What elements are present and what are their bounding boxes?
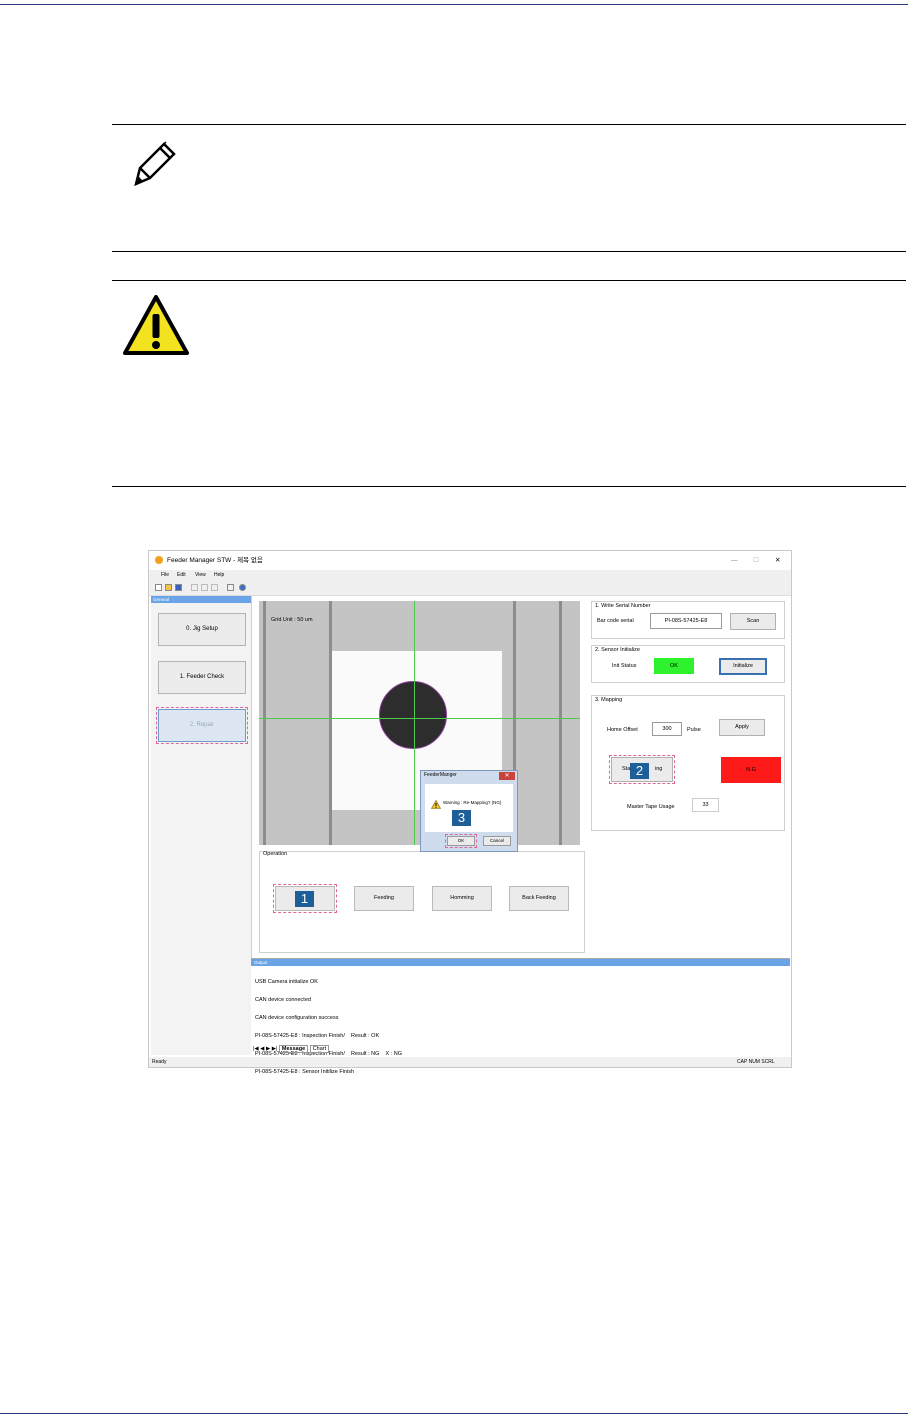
init-status-indicator: OK	[654, 658, 694, 674]
maximize-icon[interactable]: ☐	[753, 551, 759, 570]
open-folder-icon[interactable]	[165, 584, 172, 591]
help-icon[interactable]	[239, 584, 246, 591]
output-log: USB Camera initialize OK CAN device conn…	[255, 967, 402, 1087]
barcode-serial-label: Bar code serial	[597, 618, 634, 624]
camera-stripe	[263, 601, 266, 845]
cut-icon[interactable]	[191, 584, 198, 591]
status-left: Ready	[152, 1059, 167, 1065]
camera-target-circle	[379, 681, 447, 749]
back-feeding-button[interactable]: Back Feeding	[509, 886, 569, 911]
output-line: PI-08S-57425-E8 : Inspection Finish/ Res…	[255, 1033, 380, 1039]
dialog-cancel-button[interactable]: Cancel	[483, 836, 511, 846]
output-line: PI-08S-57425-E8 : Sensor Initilize Finis…	[255, 1069, 355, 1075]
dialog-close-icon[interactable]: ✕	[499, 772, 515, 780]
barcode-serial-field[interactable]: PI-08S-57425-E8	[650, 613, 722, 629]
output-line: CAN device configuration success	[255, 1015, 339, 1021]
window-title: Feeder Manager STW - 제목 없음	[167, 557, 263, 564]
pencil-icon	[130, 138, 180, 188]
warning-bottom-rule	[112, 486, 906, 487]
mapping-result-indicator: N.G	[721, 757, 781, 783]
mapping-title: 3. Mapping	[595, 697, 623, 703]
jig-setup-button[interactable]: 0. Jig Setup	[158, 613, 246, 646]
mapping-group: 3. Mapping Home Offset 300 Pulse Apply S…	[591, 695, 785, 831]
status-bar: Ready CAP NUM SCRL	[149, 1057, 791, 1067]
note-bottom-rule	[112, 251, 906, 252]
start-mapping-label-end: ing	[655, 766, 663, 772]
print-icon[interactable]	[227, 584, 234, 591]
feeder-check-button[interactable]: 1. Feeder Check	[158, 661, 246, 694]
scan-button[interactable]: Scan	[730, 613, 776, 630]
copy-icon[interactable]	[201, 584, 208, 591]
minimize-icon[interactable]: —	[731, 551, 738, 570]
output-line: USB Camera initialize OK	[255, 979, 318, 985]
callout-marker-2: 2	[630, 763, 649, 779]
master-tape-usage-field: 33	[692, 798, 719, 812]
write-serial-title: 1. Write Serial Number	[595, 603, 651, 609]
crosshair-vertical	[414, 601, 415, 845]
menu-view[interactable]: View	[195, 570, 206, 581]
feeder-manager-screenshot: Feeder Manager STW - 제목 없음 — ☐ ✕ File Ed…	[148, 550, 792, 1075]
callout-marker-1: 1	[295, 891, 314, 907]
output-tabs: |◀ ◀ ▶ ▶| Message Chart	[253, 1045, 330, 1053]
dialog-ok-button[interactable]: OK	[445, 834, 477, 848]
note-top-rule	[112, 124, 906, 125]
menu-file[interactable]: File	[161, 570, 169, 581]
home-offset-field[interactable]: 300	[652, 722, 682, 736]
output-header: Output	[251, 959, 790, 966]
tab-message[interactable]: Message	[278, 1045, 309, 1053]
feeding-button[interactable]: Feeding	[354, 886, 414, 911]
dialog-warning-icon	[430, 796, 442, 814]
app-logo-icon	[155, 556, 163, 564]
dialog-message: Warning : Re-Mapping? (NG)	[443, 800, 502, 805]
sensor-initialize-group: 2. Sensor Initialize Init Status OK Init…	[591, 645, 785, 683]
crosshair-horizontal	[259, 718, 580, 719]
pulse-label: Pulse	[687, 727, 701, 733]
menu-help[interactable]: Help	[214, 570, 224, 581]
callout-marker-3: 3	[452, 810, 471, 826]
master-tape-usage-label: Master Tape Usage	[627, 804, 675, 810]
close-icon[interactable]: ✕	[775, 551, 780, 570]
output-line: CAN device connected	[255, 997, 311, 1003]
repair-button[interactable]: 2. Repair	[156, 707, 248, 744]
operation-title: Operation	[263, 851, 288, 857]
window-titlebar: Feeder Manager STW - 제목 없음 — ☐ ✕	[149, 551, 791, 570]
dialog-title: FeederManger	[424, 772, 457, 778]
left-panel-header: General	[151, 596, 251, 603]
new-file-icon[interactable]	[155, 584, 162, 591]
home-offset-label: Home Offset	[607, 727, 638, 733]
sensor-initialize-title: 2. Sensor Initialize	[595, 647, 640, 653]
warning-top-rule	[112, 280, 906, 281]
tab-nav-icons[interactable]: |◀ ◀ ▶ ▶|	[253, 1046, 279, 1052]
init-status-label: Init Status	[612, 663, 637, 669]
grid-unit-label: Grid Unit : 50 um	[271, 617, 313, 623]
save-icon[interactable]	[175, 584, 182, 591]
homming-button[interactable]: Homming	[432, 886, 492, 911]
warning-icon	[122, 294, 190, 356]
camera-stripe	[559, 601, 562, 845]
tab-chart[interactable]: Chart	[309, 1045, 330, 1053]
paste-icon[interactable]	[211, 584, 218, 591]
initialize-button[interactable]: Initialize	[719, 658, 767, 675]
apply-button[interactable]: Apply	[719, 719, 765, 736]
write-serial-group: 1. Write Serial Number Bar code serial P…	[591, 601, 785, 639]
toolbar	[149, 581, 791, 596]
left-panel: General 0. Jig Setup 1. Feeder Check 2. …	[151, 596, 252, 1055]
page-top-rule	[0, 4, 908, 5]
status-right: CAP NUM SCRL	[737, 1059, 775, 1065]
menu-edit[interactable]: Edit	[177, 570, 186, 581]
output-panel: Output USB Camera initialize OK CAN devi…	[251, 958, 790, 1075]
menu-bar: File Edit View Help	[149, 570, 791, 581]
page-bottom-rule	[0, 1413, 908, 1414]
